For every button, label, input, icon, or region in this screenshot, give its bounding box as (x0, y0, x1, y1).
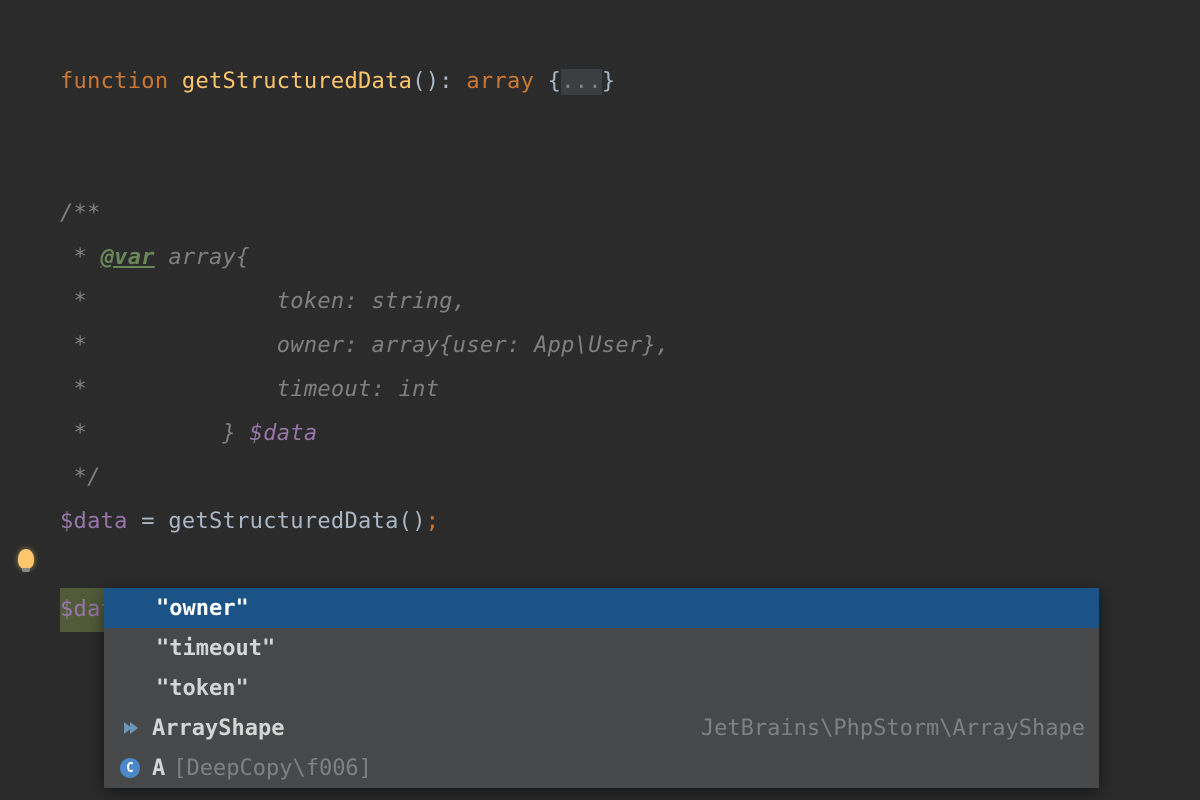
docblock-line: * owner: array{user: App\User}, (60, 324, 1200, 368)
completion-item-timeout[interactable]: "timeout" (104, 628, 1099, 668)
class-icon: C (118, 756, 142, 780)
doc-type: array{ (155, 245, 250, 270)
variable: $data (60, 509, 128, 534)
completion-item-token[interactable]: "token" (104, 668, 1099, 708)
completion-item-arrayshape[interactable]: ArrayShape JetBrains\PhpStorm\ArrayShape (104, 708, 1099, 748)
colon: : (439, 69, 466, 94)
folded-region[interactable]: ... (561, 69, 602, 95)
blank-line (60, 104, 1200, 148)
code-line: function getStructuredData(): array {...… (60, 60, 1200, 104)
blank-line (60, 148, 1200, 192)
doc-close-shape: } (87, 421, 250, 446)
completion-label: "owner" (156, 596, 249, 621)
doc-tag: @var (101, 245, 155, 270)
call-parens: () (399, 509, 426, 534)
completion-popup[interactable]: "owner" "timeout" "token" ArrayShape Jet… (104, 588, 1099, 788)
doc-field: timeout: int (87, 377, 439, 402)
doc-star: * (60, 333, 87, 358)
completion-label: A (152, 756, 165, 781)
completion-hint: [DeepCopy\f006] (173, 756, 372, 781)
completion-label: "timeout" (156, 636, 275, 661)
keyword-function: function (60, 69, 168, 94)
code-line: $data = getStructuredData(); (60, 500, 1200, 544)
completion-item-a[interactable]: C A [DeepCopy\f006] (104, 748, 1099, 788)
doc-star: * (60, 377, 87, 402)
doc-field: token: string, (87, 289, 466, 314)
completion-namespace: JetBrains\PhpStorm\ArrayShape (701, 716, 1085, 741)
blank-line (60, 544, 1200, 588)
docblock-line: */ (60, 456, 1200, 500)
function-name: getStructuredData (182, 69, 412, 94)
template-icon (118, 716, 142, 740)
open-paren: () (412, 69, 439, 94)
doc-field: owner: array{user: App\User}, (87, 333, 669, 358)
intention-bulb-icon[interactable] (18, 549, 34, 569)
completion-label: "token" (156, 676, 249, 701)
doc-star: * (60, 421, 87, 446)
completion-item-owner[interactable]: "owner" (104, 588, 1099, 628)
completion-label: ArrayShape (152, 716, 284, 741)
semicolon: ; (426, 509, 440, 534)
doc-open: /** (60, 201, 101, 226)
docblock-line: * timeout: int (60, 368, 1200, 412)
docblock-line: * token: string, (60, 280, 1200, 324)
close-brace: } (602, 69, 616, 94)
doc-star: * (60, 289, 87, 314)
function-call: getStructuredData (168, 509, 398, 534)
return-type: array (466, 69, 534, 94)
doc-var: $data (250, 421, 318, 446)
doc-close: */ (60, 465, 101, 490)
equals: = (128, 509, 169, 534)
docblock-line: /** (60, 192, 1200, 236)
open-brace: { (548, 69, 562, 94)
doc-star: * (60, 245, 87, 270)
docblock-line: * } $data (60, 412, 1200, 456)
docblock-line: * @var array{ (60, 236, 1200, 280)
